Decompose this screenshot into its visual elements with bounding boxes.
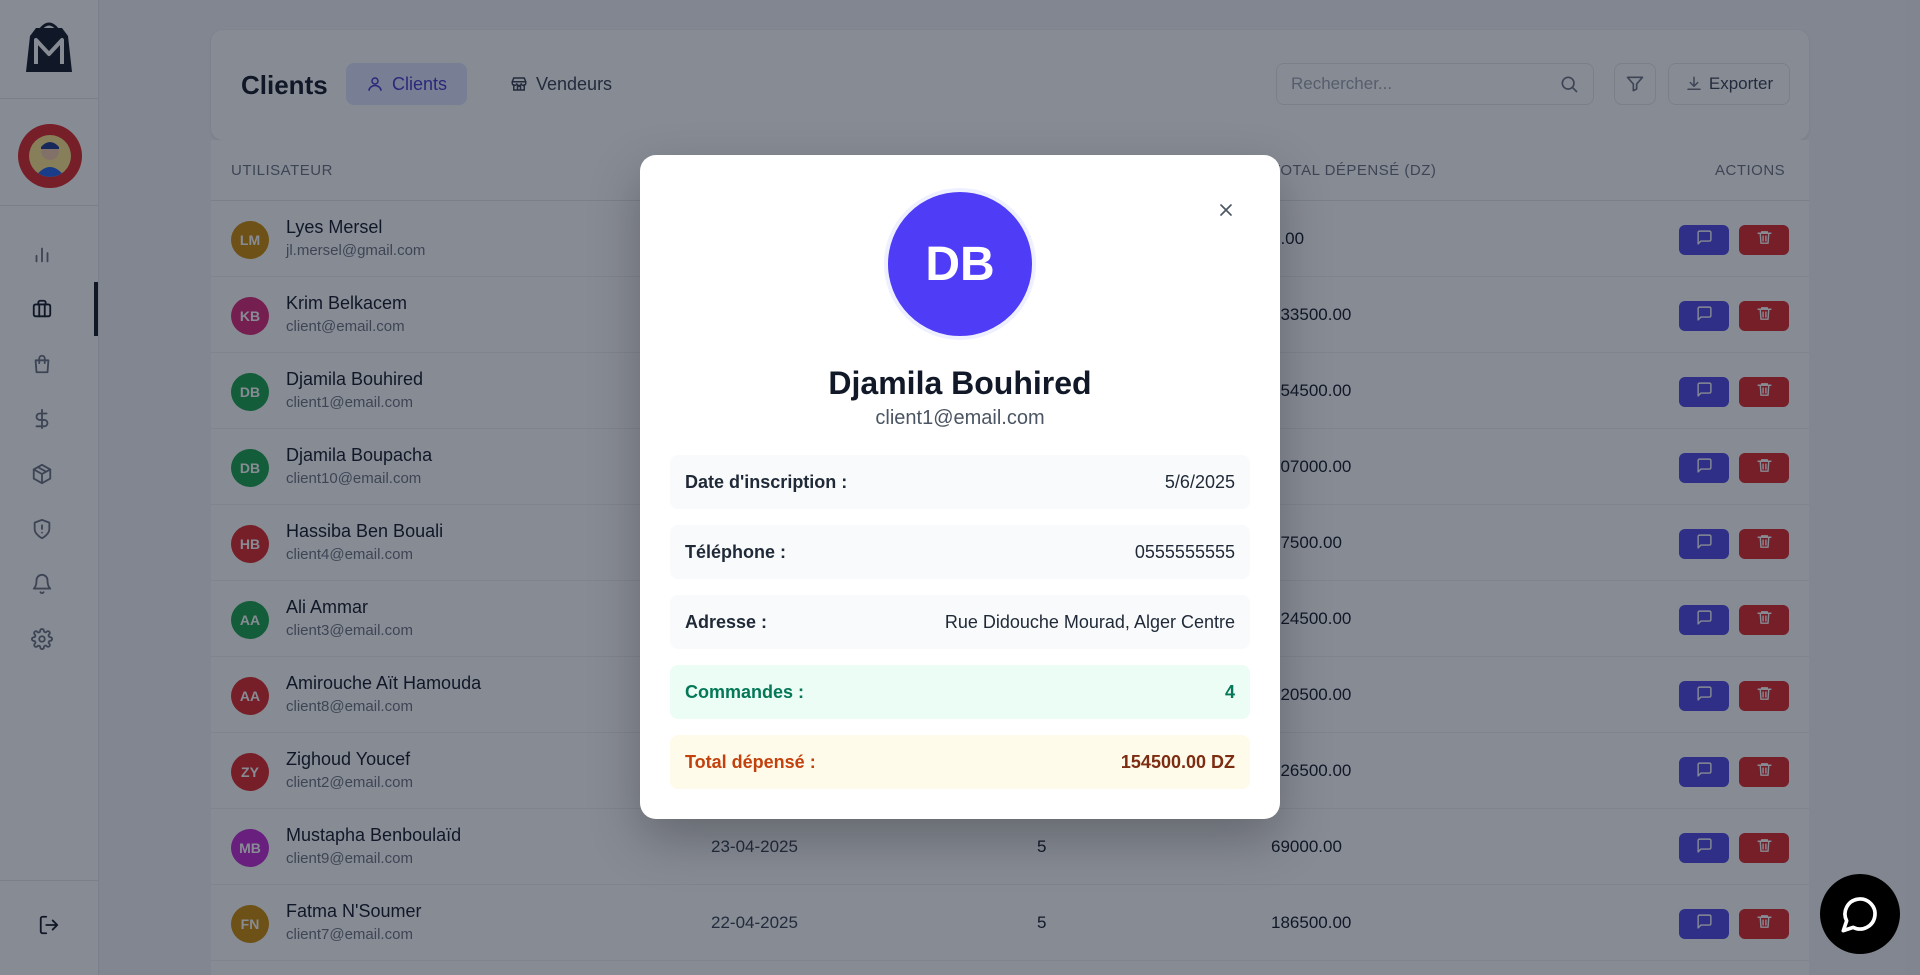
info-value: Rue Didouche Mourad, Alger Centre: [944, 611, 1235, 632]
info-value: 4: [1224, 681, 1235, 702]
info-value: 154500.00 DZ: [1120, 751, 1235, 772]
info-commandes: Commandes : 4: [670, 665, 1250, 719]
info-label: Date d'inscription :: [685, 471, 848, 492]
info-label: Commandes :: [685, 681, 805, 702]
client-email: client1@email.com: [875, 407, 1045, 429]
chat-bubble-icon: [1841, 897, 1877, 933]
chat-button[interactable]: [1820, 874, 1900, 954]
info-label: Téléphone :: [685, 541, 787, 562]
client-name: Djamila Bouhired: [828, 365, 1092, 401]
info-adresse: Adresse : Rue Didouche Mourad, Alger Cen…: [670, 595, 1250, 649]
info-label: Adresse :: [685, 611, 768, 632]
info-label: Total dépensé :: [685, 751, 816, 772]
client-avatar: DB: [884, 188, 1036, 340]
info-date-inscription: Date d'inscription : 5/6/2025: [670, 455, 1250, 509]
info-value: 5/6/2025: [1164, 471, 1235, 492]
close-icon: [1220, 204, 1232, 216]
info-value: 0555555555: [1134, 541, 1235, 562]
client-details-modal: DB Djamila Bouhired client1@email.com Da…: [640, 155, 1280, 819]
info-telephone: Téléphone : 0555555555: [670, 525, 1250, 579]
close-button[interactable]: [1212, 196, 1240, 224]
info-total-depense: Total dépensé : 154500.00 DZ: [670, 735, 1250, 789]
